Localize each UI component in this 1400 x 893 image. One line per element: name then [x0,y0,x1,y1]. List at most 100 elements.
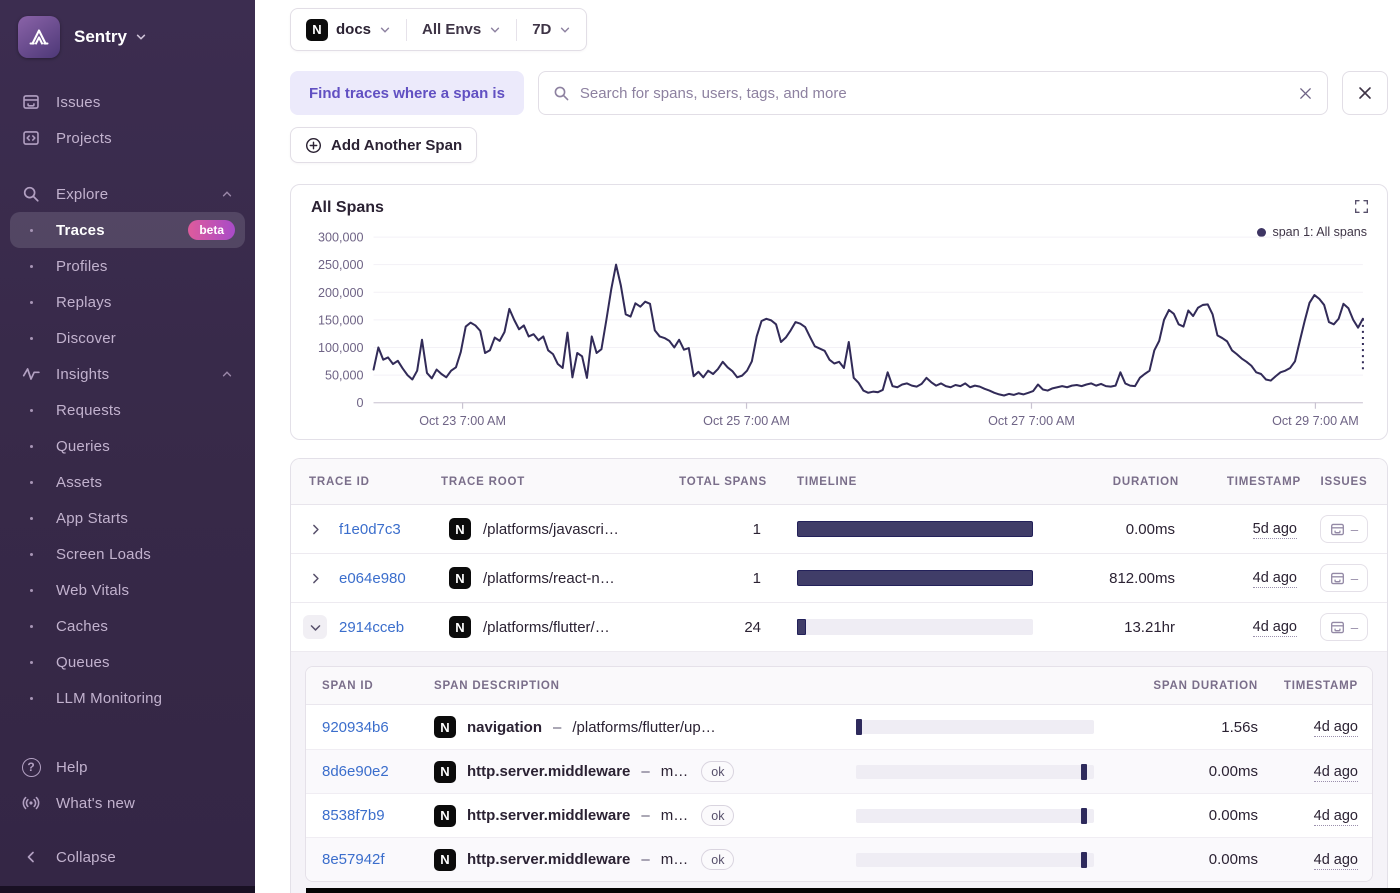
sidebar-item-llm-monitoring[interactable]: LLM Monitoring [0,680,255,716]
span-timeline-tick [1080,807,1087,824]
help-icon: ? [20,757,42,777]
sidebar-item-replays[interactable]: Replays [0,284,255,320]
span-row-8538f7b9[interactable]: 8538f7b9 Nhttp.server.middleware – m… ok 0.00… [306,793,1372,837]
sidebar-item-label: Replays [56,293,112,311]
trace-table-body: f1e0d7c3 N/platforms/javascri… 1 0.00ms 5d a… [291,505,1387,893]
trace-duration: 0.00ms [1125,520,1175,538]
trace-timestamp-link[interactable]: 5d ago [1252,521,1297,539]
span-timeline-tick [856,719,862,735]
trace-timestamp-link[interactable]: 4d ago [1252,619,1297,637]
sidebar-item-label: Projects [56,129,112,147]
sidebar-item-queues[interactable]: Queues [0,644,255,680]
bullet-icon [20,696,42,700]
sidebar-item-discover[interactable]: Discover [0,320,255,356]
trace-issues-button[interactable]: – [1319,564,1369,592]
span-separator: – [641,763,650,780]
span-table-header: SPAN ID SPAN DESCRIPTION SPAN DURATION TIME… [306,667,1372,705]
date-range-filter[interactable]: 7D [517,21,586,38]
sidebar-item-insights[interactable]: Insights [0,356,255,392]
trace-id-link[interactable]: f1e0d7c3 [329,521,441,538]
sidebar-item-help[interactable]: ? Help [0,749,255,785]
date-range-filter-label: 7D [532,21,552,38]
span-timestamp-link[interactable]: 4d ago [1313,763,1358,782]
collapse-sidebar-button[interactable]: Collapse [0,839,255,875]
svg-text:150,000: 150,000 [318,313,363,327]
sidebar-item-label: Insights [56,365,110,383]
find-traces-button[interactable]: Find traces where a span is [290,71,524,115]
span-separator: – [641,807,650,824]
app-root: Sentry Issues Projects Explore Traces beta Pr… [0,0,1400,893]
bullet-icon [20,408,42,412]
bottom-scrub-bar [306,888,1400,893]
trace-id-link[interactable]: 2914cceb [329,619,441,636]
environment-filter[interactable]: All Envs [407,21,516,38]
sidebar-item-queries[interactable]: Queries [0,428,255,464]
clear-search-icon[interactable] [1298,86,1313,101]
span-id-link[interactable]: 8538f7b9 [322,807,434,824]
trace-row-2914cceb[interactable]: 2914cceb N/platforms/flutter/… 24 13.21hr 4d… [291,603,1387,652]
trace-issues-button[interactable]: – [1319,613,1369,641]
all-spans-chart-card: All Spans span 1: All spans 0 50,000 100,0… [290,184,1388,440]
sidebar: Sentry Issues Projects Explore Traces beta Pr… [0,0,255,893]
total-spans-value: 1 [752,569,761,587]
search-icon [20,185,42,203]
span-row-8e57942f[interactable]: 8e57942f Nhttp.server.middleware – m… ok 0.00… [306,837,1372,881]
column-header-span-timestamp: TIMESTAMP [1283,679,1358,692]
sidebar-item-label: Queries [56,437,110,455]
sidebar-item-label: Caches [56,617,109,635]
span-row-920934b6[interactable]: 920934b6 Nnavigation –/platforms/flutter/u… [306,705,1372,749]
sidebar-item-what-s-new[interactable]: What's new [0,785,255,821]
column-header-span-duration: SPAN DURATION [1153,679,1258,692]
span-timestamp-link[interactable]: 4d ago [1313,851,1358,870]
span-id-link[interactable]: 8e57942f [322,851,434,868]
chevron-left-icon [20,850,42,864]
trace-row-f1e0d7c3[interactable]: f1e0d7c3 N/platforms/javascri… 1 0.00ms 5d a… [291,505,1387,554]
total-spans-value: 1 [752,520,761,538]
sidebar-item-traces[interactable]: Traces beta [10,212,245,248]
sidebar-item-requests[interactable]: Requests [0,392,255,428]
sidebar-item-screen-loads[interactable]: Screen Loads [0,536,255,572]
trace-timestamp-link[interactable]: 4d ago [1252,570,1297,588]
collapse-label: Collapse [56,848,116,866]
add-another-span-button[interactable]: Add Another Span [290,127,478,163]
span-separator: – [553,718,562,736]
column-header-trace-id: TRACE ID [309,475,370,488]
bullet-icon [20,228,42,232]
trace-duration: 13.21hr [1124,618,1175,636]
span-duration: 0.00ms [1208,807,1258,824]
sidebar-item-explore[interactable]: Explore [0,176,255,212]
sidebar-item-projects[interactable]: Projects [0,120,255,156]
span-id-link[interactable]: 920934b6 [322,719,434,736]
span-timestamp-link[interactable]: 4d ago [1313,719,1358,737]
nextjs-project-icon: N [434,804,456,827]
span-timeline-track [856,851,1094,868]
chevron-down-icon [135,31,147,43]
trace-id-link[interactable]: e064e980 [329,570,441,587]
span-timeline-tick [1080,851,1087,868]
trace-timeline [767,521,1033,537]
trace-row-e064e980[interactable]: e064e980 N/platforms/react-n… 1 812.00ms 4d … [291,554,1387,603]
expand-trace-icon[interactable] [303,517,327,541]
remove-span-condition-button[interactable] [1342,71,1388,115]
span-row-8d6e90e2[interactable]: 8d6e90e2 Nhttp.server.middleware – m… ok 0.00… [306,749,1372,793]
sidebar-item-issues[interactable]: Issues [0,84,255,120]
chart-title: All Spans [311,199,384,216]
bullet-icon [20,336,42,340]
collapse-trace-icon[interactable] [303,615,327,639]
sidebar-item-profiles[interactable]: Profiles [0,248,255,284]
org-switcher[interactable]: Sentry [0,0,255,84]
expand-trace-icon[interactable] [303,566,327,590]
expand-chart-icon[interactable] [1354,199,1369,219]
sidebar-item-web-vitals[interactable]: Web Vitals [0,572,255,608]
span-description-text: /platforms/flutter/up… [572,718,716,736]
span-id-link[interactable]: 8d6e90e2 [322,763,434,780]
bullet-icon [20,264,42,268]
sidebar-item-app-starts[interactable]: App Starts [0,500,255,536]
span-timestamp-link[interactable]: 4d ago [1313,807,1358,826]
sidebar-item-caches[interactable]: Caches [0,608,255,644]
trace-issues-button[interactable]: – [1319,515,1369,543]
span-search-input[interactable] [579,84,1288,102]
sidebar-item-assets[interactable]: Assets [0,464,255,500]
project-filter[interactable]: N docs [291,18,406,41]
nextjs-project-icon: N [449,518,471,540]
